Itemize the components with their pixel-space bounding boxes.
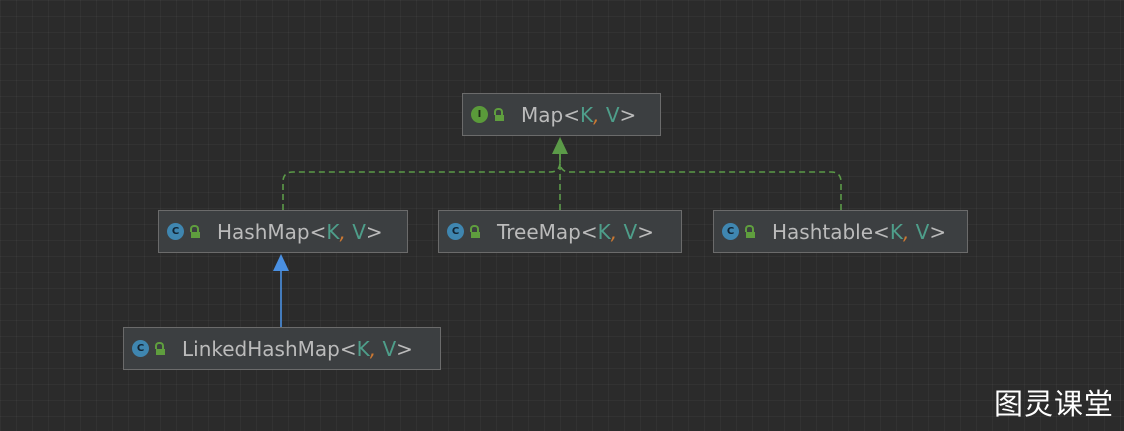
unlocked-icon [745,225,755,238]
node-label: TreeMap<K, V> [497,220,654,244]
class-icon: C [722,223,739,240]
extends-arrowhead [273,254,289,271]
interface-icon: I [471,106,488,123]
node-hashtable-class[interactable]: C Hashtable<K, V> [713,210,968,253]
angle-close: > [619,102,637,127]
type-param-k: K [597,219,611,244]
unlocked-icon [155,342,165,355]
type-param-separator: , [610,219,618,244]
angle-open: < [580,219,598,244]
type-param-k: K [579,102,594,127]
node-hashmap-class[interactable]: C HashMap<K, V> [158,210,408,253]
class-name: HashMap [217,219,310,244]
type-param-v: V [382,336,397,361]
class-name: LinkedHashMap [182,336,340,361]
class-icon: C [167,223,184,240]
node-label: LinkedHashMap<K, V> [182,337,413,361]
type-param-separator: , [593,102,600,127]
unlocked-icon [470,225,480,238]
node-label: HashMap<K, V> [217,220,383,244]
class-name: Hashtable [772,219,874,244]
class-name: Map [521,102,564,127]
type-param-k: K [889,219,903,244]
type-param-v: V [915,219,930,244]
angle-open: < [563,102,580,127]
angle-open: < [309,219,327,244]
class-icon: C [132,340,149,357]
implements-edge [282,153,561,210]
angle-close: > [637,219,654,244]
type-param-separator: , [902,219,910,244]
angle-close: > [396,336,413,361]
node-treemap-class[interactable]: C TreeMap<K, V> [438,210,682,253]
type-param-v: V [623,219,638,244]
angle-close: > [365,219,383,244]
class-icon: C [447,223,464,240]
implements-arrowhead [552,137,568,154]
node-map-interface[interactable]: I Map<K, V> [462,93,661,136]
type-param-separator: , [339,219,346,244]
unlocked-icon [190,225,200,238]
type-param-k: K [356,336,370,361]
angle-close: > [929,219,947,244]
implements-edge [559,153,842,210]
type-param-v: V [352,219,366,244]
watermark-text: 图灵课堂 [993,387,1114,421]
class-name: TreeMap [497,219,581,244]
node-label: Hashtable<K, V> [772,220,946,244]
type-param-separator: , [369,336,377,361]
angle-open: < [339,336,357,361]
unlocked-icon [494,108,504,121]
angle-open: < [873,219,890,244]
node-label: Map<K, V> [521,103,636,127]
type-param-v: V [605,102,620,127]
type-param-k: K [326,219,340,244]
node-linkedhashmap-class[interactable]: C LinkedHashMap<K, V> [123,327,441,370]
